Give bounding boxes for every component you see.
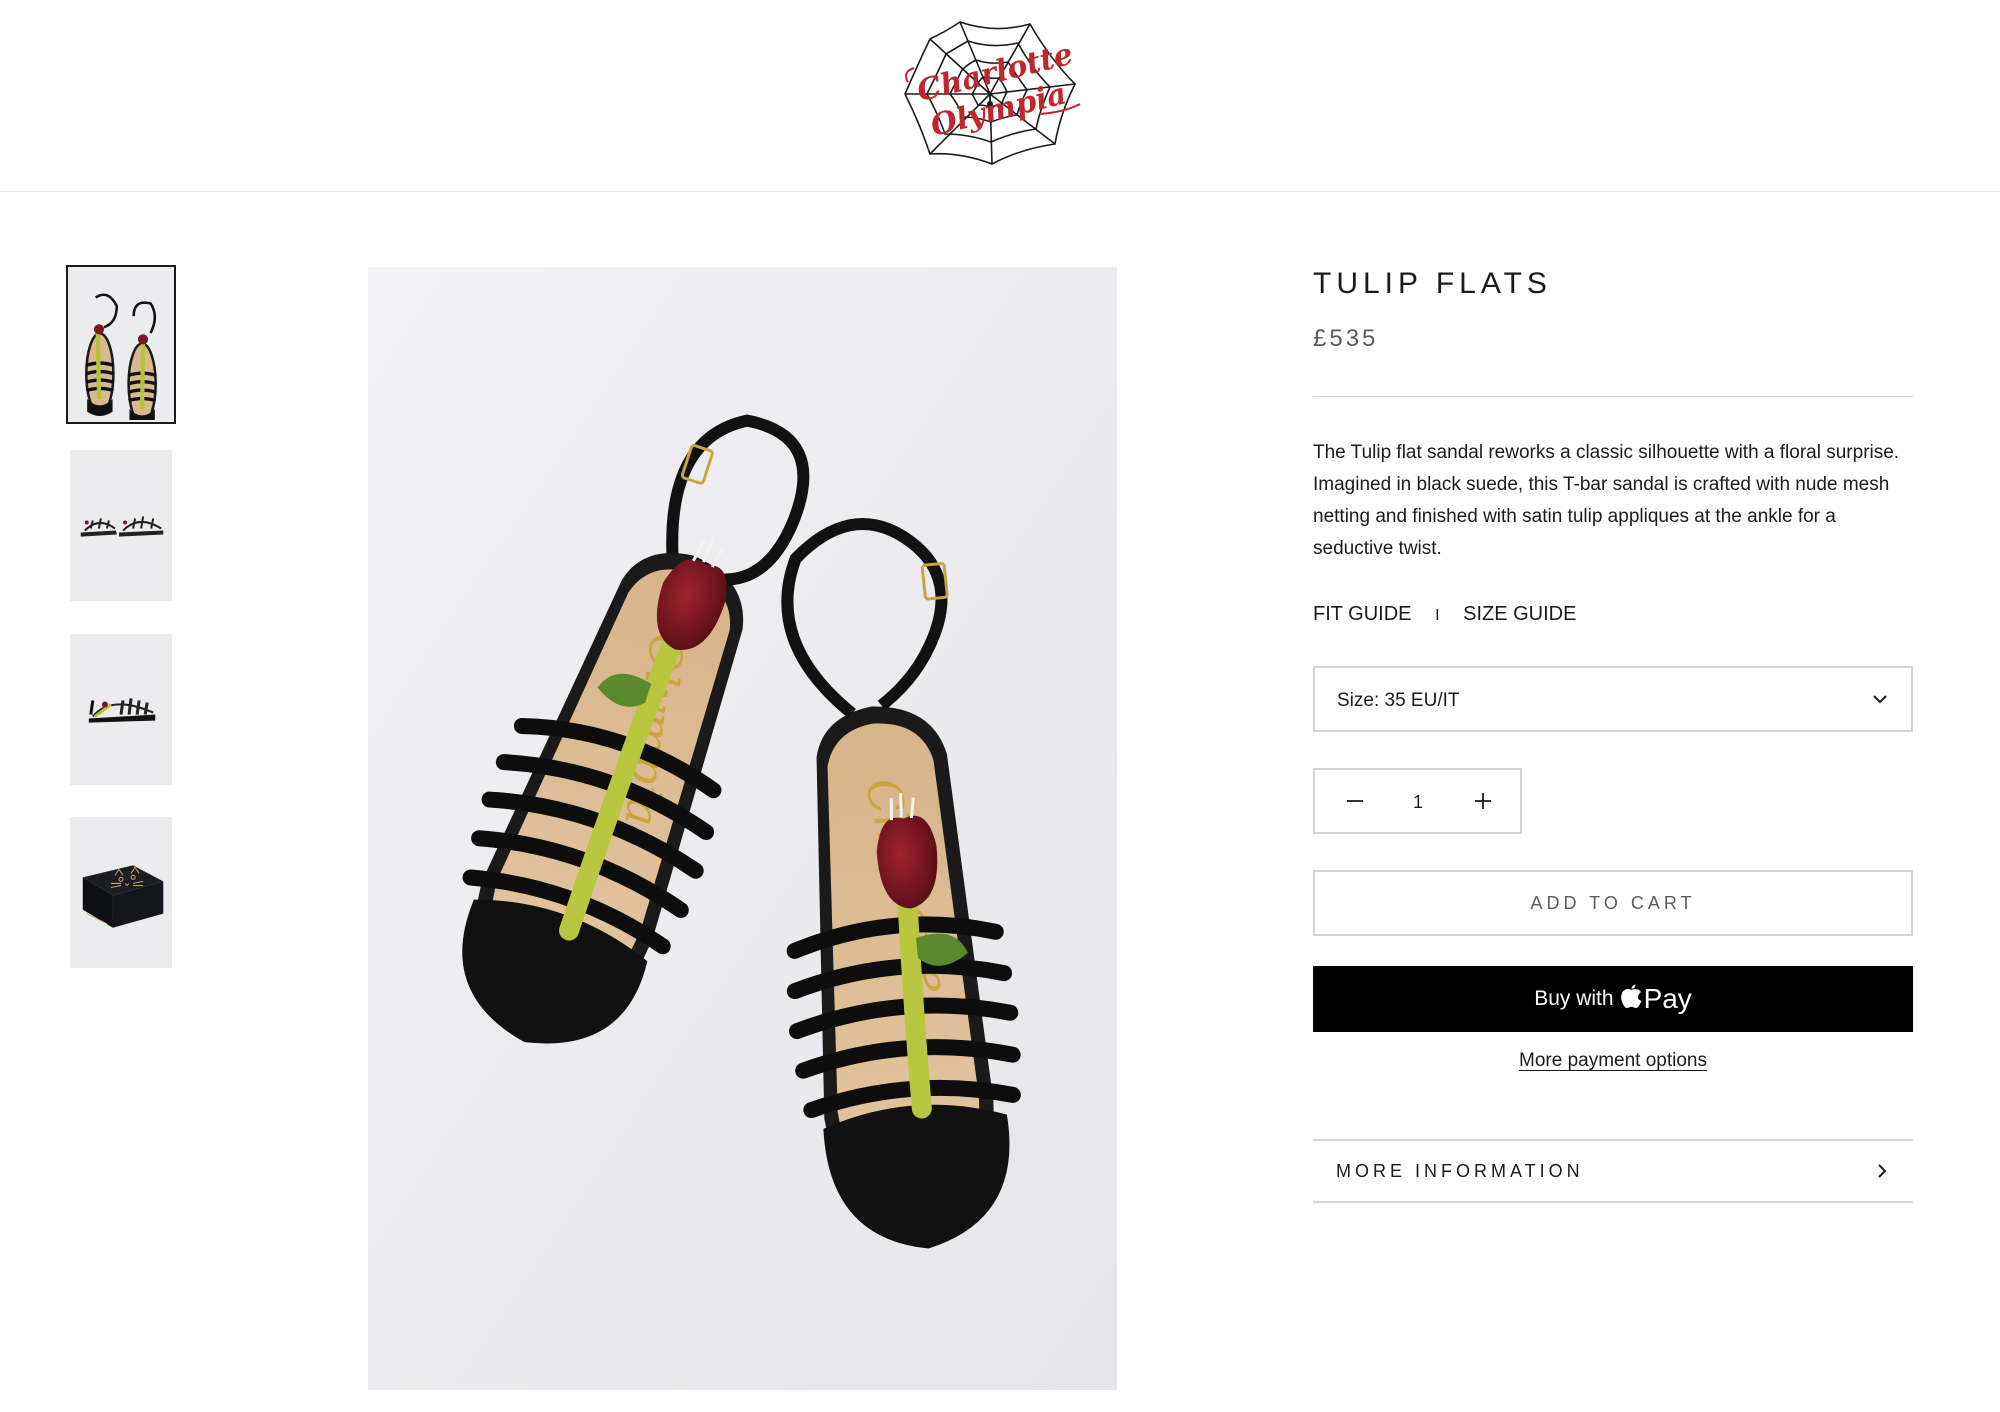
quantity-input[interactable]: 1 — [1395, 792, 1441, 813]
sandal-top-view-thumb-icon — [70, 269, 172, 420]
more-information-accordion[interactable]: MORE INFORMATION — [1313, 1139, 1913, 1203]
product-title: TULIP FLATS — [1313, 267, 1552, 300]
sandal-side-pair-thumb-icon — [70, 450, 172, 601]
spider-web-logo-icon: Charlotte Olympia — [904, 21, 1081, 165]
size-select[interactable]: Size: 35 EU/IT — [1313, 666, 1913, 732]
more-payment-options-link[interactable]: More payment options — [1519, 1050, 1707, 1071]
thumbnail-2[interactable] — [70, 450, 172, 601]
site-header: Charlotte Olympia — [0, 0, 2000, 192]
add-to-cart-button[interactable]: ADD TO CART — [1313, 870, 1913, 936]
size-guide-link[interactable]: SIZE GUIDE — [1463, 603, 1576, 626]
product-description: The Tulip flat sandal reworks a classic … — [1313, 442, 1900, 559]
guide-links: FIT GUIDE I SIZE GUIDE — [1313, 603, 1576, 626]
brand-logo[interactable]: Charlotte Olympia — [890, 14, 1090, 174]
chevron-right-icon — [1878, 1164, 1887, 1178]
apple-pay-button[interactable]: Buy with Pay — [1313, 966, 1913, 1032]
sandal-side-single-thumb-icon — [70, 634, 172, 785]
main-product-image[interactable]: Olympia Charlotte — [368, 267, 1117, 1390]
thumbnail-1[interactable] — [66, 265, 176, 424]
size-select-value: Size: 35 EU/IT — [1337, 690, 1460, 711]
fit-guide-link[interactable]: FIT GUIDE — [1313, 603, 1412, 626]
apple-logo-icon — [1620, 984, 1642, 1008]
product-price: £535 — [1313, 325, 1379, 352]
guide-separator: I — [1435, 607, 1440, 624]
plus-icon[interactable] — [1468, 786, 1498, 816]
thumbnail-4[interactable] — [70, 817, 172, 968]
apple-pay-suffix: Pay — [1643, 983, 1692, 1014]
apple-pay-prefix: Buy with — [1534, 987, 1614, 1010]
more-payment-options: More payment options — [1313, 1050, 1913, 1072]
tulip-flats-sandals-image: Olympia Charlotte — [368, 267, 1117, 1390]
chevron-down-icon — [1873, 695, 1887, 704]
divider — [1313, 396, 1913, 397]
minus-icon[interactable] — [1340, 786, 1370, 816]
thumbnail-3[interactable] — [70, 634, 172, 785]
more-information-label: MORE INFORMATION — [1336, 1161, 1584, 1181]
quantity-stepper: 1 — [1313, 768, 1522, 834]
shoe-box-thumb-icon — [70, 817, 172, 968]
